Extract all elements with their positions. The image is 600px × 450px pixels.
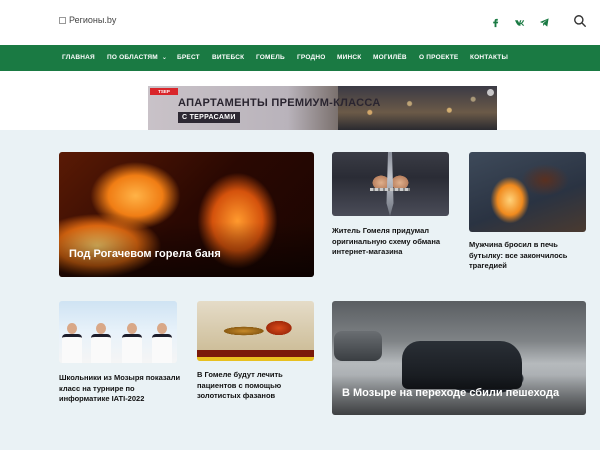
site-header: Регионы.by [0, 0, 600, 45]
nav-item-regions[interactable]: ПО ОБЛАСТЯМ ⌄ [107, 45, 167, 71]
student-figure [151, 323, 173, 363]
nav-item-label: ПО ОБЛАСТЯМ [107, 54, 158, 61]
site-logo[interactable]: Регионы.by [59, 15, 116, 25]
main-nav: ГЛАВНАЯ ПО ОБЛАСТЯМ ⌄ БРЕСТ ВИТЕБСК ГОМЕЛ… [0, 45, 600, 71]
article-card-6[interactable]: В Мозыре на переходе сбили пешехода [332, 301, 586, 415]
nav-item-mogilev[interactable]: МОГИЛЁВ [373, 45, 407, 71]
article-title-6: В Мозыре на переходе сбили пешехода [342, 387, 560, 399]
nav-item-gomel[interactable]: ГОМЕЛЬ [256, 45, 285, 71]
chevron-down-icon: ⌄ [161, 55, 168, 61]
nav-item-minsk[interactable]: МИНСК [337, 45, 361, 71]
nav-item-vitebsk[interactable]: ВИТЕБСК [212, 45, 244, 71]
telegram-icon[interactable] [536, 14, 552, 30]
article-title-1: Под Рогачевом горела баня [69, 248, 221, 260]
nav-item-home[interactable]: ГЛАВНАЯ [62, 45, 95, 71]
car-shape [402, 341, 522, 389]
student-figure [90, 323, 112, 363]
logo-text: Регионы.by [69, 15, 117, 25]
caption-strip [197, 350, 314, 357]
article-image-5[interactable] [197, 301, 314, 361]
nav-item-contacts[interactable]: КОНТАКТЫ [470, 45, 508, 71]
nav-item-grodno[interactable]: ГРОДНО [297, 45, 326, 71]
tie-shape [386, 152, 394, 216]
banner-subtitle: С ТЕРРАСАМИ [178, 112, 240, 123]
car-shape [334, 331, 382, 361]
student-figure [121, 323, 143, 363]
ad-banner[interactable]: TSEP АПАРТАМЕНТЫ ПРЕМИУМ-КЛАССА С ТЕРРАС… [148, 86, 497, 130]
student-figure [61, 323, 83, 363]
article-image-2[interactable] [332, 152, 449, 216]
banner-title: АПАРТАМЕНТЫ ПРЕМИУМ-КЛАССА [178, 97, 381, 109]
facebook-icon[interactable] [487, 14, 503, 30]
vk-icon[interactable] [512, 14, 528, 30]
article-title-2[interactable]: Житель Гомеля придумал оригинальную схем… [332, 226, 454, 258]
article-title-5[interactable]: В Гомеле будут лечить пациентов с помощь… [197, 370, 315, 402]
search-icon[interactable] [573, 14, 587, 28]
article-title-4[interactable]: Школьники из Мозыря показали класс на ту… [59, 373, 181, 405]
article-title-3[interactable]: Мужчина бросил в печь бутылку: все закон… [469, 240, 587, 272]
nav-item-about[interactable]: О ПРОЕКТЕ [419, 45, 458, 71]
handcuff-chain [370, 188, 410, 191]
ad-info-icon[interactable] [487, 89, 494, 96]
article-card-1[interactable]: Под Рогачевом горела баня [59, 152, 314, 277]
nav-item-brest[interactable]: БРЕСТ [177, 45, 200, 71]
broken-image-icon [59, 16, 66, 24]
banner-brand: TSEP [150, 88, 178, 95]
article-image-4[interactable] [59, 301, 177, 363]
article-image-3[interactable] [469, 152, 586, 232]
caption-strip-accent [197, 357, 314, 361]
